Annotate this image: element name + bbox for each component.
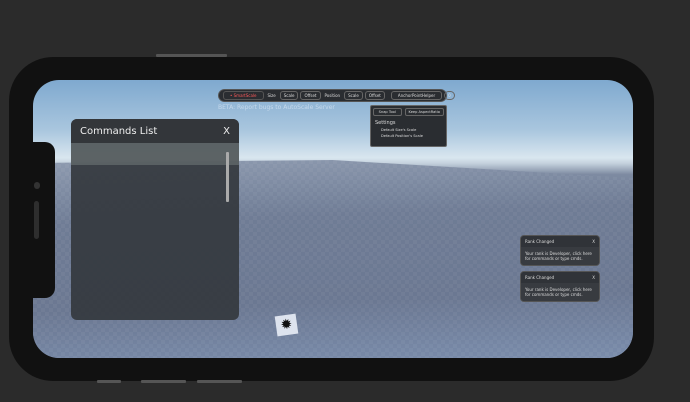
scrollbar[interactable] (226, 152, 229, 202)
snap-tool-button[interactable]: Snap Tool (373, 108, 402, 116)
anchor-point-helper-button[interactable]: AnchorPointHelper (390, 91, 443, 100)
close-button[interactable]: X (592, 275, 595, 280)
keep-aspect-ratio-button[interactable]: Keep AspectRatio (404, 108, 444, 116)
settings-heading: Settings (375, 120, 396, 126)
close-button[interactable]: X (223, 126, 230, 137)
notification-title: Rank Changed (525, 239, 555, 244)
size-scale-button[interactable]: Scale (279, 91, 299, 100)
default-size-scale-option[interactable]: Default Size's Scale (381, 128, 444, 132)
position-label: Position (324, 93, 341, 98)
smartscale-toolbar: • SmartScale Size Scale Offset Position … (218, 89, 455, 102)
position-offset-button[interactable]: Offset (364, 91, 385, 100)
phone-side-button (197, 380, 242, 383)
commands-list-title: Commands List (80, 125, 158, 137)
commands-list-panel: Commands List X (71, 119, 239, 320)
notification-body: Your rank is Developer, click here for c… (521, 247, 599, 266)
size-label: Size (267, 93, 276, 98)
sun-gear-icon[interactable]: ✹ (274, 313, 299, 337)
speaker-icon (34, 201, 39, 239)
counter-button[interactable]: 0 (444, 91, 455, 100)
notification[interactable]: Rank Changed X Your rank is Developer, cl… (520, 271, 600, 303)
smartscale-button[interactable]: • SmartScale (223, 91, 264, 100)
size-offset-button[interactable]: Offset (300, 91, 321, 100)
beta-notice: BETA: Report bugs to AutoScale Server (218, 104, 335, 111)
list-item[interactable] (71, 143, 239, 165)
phone-side-button (97, 380, 121, 383)
phone-side-button (141, 380, 186, 383)
position-scale-button[interactable]: Scale (344, 91, 363, 100)
notification-title: Rank Changed (525, 275, 555, 280)
notification-body: Your rank is Developer, click here for c… (521, 283, 599, 302)
camera-icon (34, 182, 40, 189)
default-position-scale-option[interactable]: Default Position's Scale (381, 134, 444, 138)
close-button[interactable]: X (592, 239, 595, 244)
notification[interactable]: Rank Changed X Your rank is Developer, cl… (520, 235, 600, 267)
settings-panel: Snap Tool Keep AspectRatio Settings Defa… (370, 105, 447, 147)
